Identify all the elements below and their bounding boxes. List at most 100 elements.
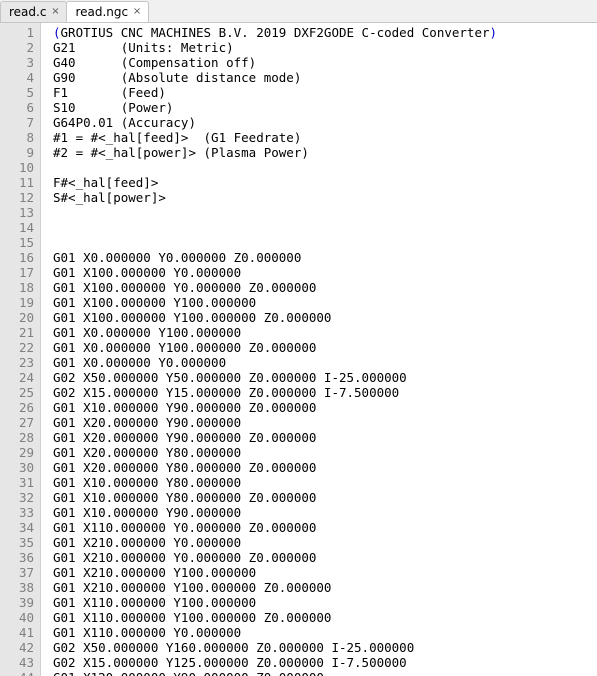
code-text: G01 X100.000000 Y0.000000 Z0.000000 [53,280,316,295]
code-line[interactable]: G01 X210.000000 Y100.000000 Z0.000000 [53,580,497,595]
code-text: G01 X210.000000 Y100.000000 Z0.000000 [53,580,331,595]
code-line[interactable]: #1 = #<_hal[feed]> (G1 Feedrate) [53,130,497,145]
code-text: G01 X210.000000 Y0.000000 [53,535,241,550]
code-line[interactable]: G02 X15.000000 Y125.000000 Z0.000000 I-7… [53,655,497,670]
line-number: 43 [10,655,34,670]
line-number: 39 [10,595,34,610]
code-text: G90 (Absolute distance mode) [53,70,301,85]
code-text: G01 X100.000000 Y0.000000 [53,265,241,280]
code-text: G01 X100.000000 Y100.000000 Z0.000000 [53,310,331,325]
code-text: G01 X10.000000 Y90.000000 [53,505,241,520]
paren-close: ) [490,25,498,40]
code-line[interactable]: G40 (Compensation off) [53,55,497,70]
code-text: G01 X0.000000 Y100.000000 [53,325,241,340]
line-number: 8 [10,130,34,145]
code-line[interactable]: G01 X210.000000 Y0.000000 Z0.000000 [53,550,497,565]
line-number: 4 [10,70,34,85]
code-text: G01 X10.000000 Y80.000000 Z0.000000 [53,490,316,505]
code-line[interactable]: G02 X15.000000 Y15.000000 Z0.000000 I-7.… [53,385,497,400]
code-text: G01 X0.000000 Y100.000000 Z0.000000 [53,340,316,355]
line-number: 17 [10,265,34,280]
code-line[interactable] [53,220,497,235]
paren-open: ( [53,25,61,40]
code-text: F#<_hal[feed]> [53,175,158,190]
line-number: 27 [10,415,34,430]
line-number: 9 [10,145,34,160]
code-text: G01 X210.000000 Y0.000000 Z0.000000 [53,550,316,565]
code-line[interactable]: G02 X50.000000 Y50.000000 Z0.000000 I-25… [53,370,497,385]
code-line[interactable]: G21 (Units: Metric) [53,40,497,55]
line-number: 15 [10,235,34,250]
code-line[interactable]: G01 X120.000000 Y90.000000 Z0.000000 [53,670,497,676]
code-line[interactable]: S#<_hal[power]> [53,190,497,205]
line-number: 20 [10,310,34,325]
code-line[interactable]: G01 X0.000000 Y100.000000 [53,325,497,340]
code-line[interactable] [53,160,497,175]
code-line[interactable]: G01 X0.000000 Y0.000000 Z0.000000 [53,250,497,265]
line-number: 34 [10,520,34,535]
code-line[interactable]: G64P0.01 (Accuracy) [53,115,497,130]
line-number: 40 [10,610,34,625]
tab-read-c[interactable]: read.c× [0,1,67,22]
line-number: 30 [10,460,34,475]
code-line[interactable]: G01 X100.000000 Y0.000000 Z0.000000 [53,280,497,295]
code-line[interactable]: G01 X20.000000 Y80.000000 [53,445,497,460]
code-line[interactable]: G01 X110.000000 Y100.000000 Z0.000000 [53,610,497,625]
code-line[interactable]: F#<_hal[feed]> [53,175,497,190]
line-number: 7 [10,115,34,130]
line-number: 26 [10,400,34,415]
close-icon[interactable]: × [132,7,142,17]
code-line[interactable]: S10 (Power) [53,100,497,115]
code-line[interactable]: G01 X20.000000 Y80.000000 Z0.000000 [53,460,497,475]
code-text: #2 = #<_hal[power]> (Plasma Power) [53,145,309,160]
code-text: G01 X0.000000 Y0.000000 [53,355,226,370]
code-line[interactable]: G01 X10.000000 Y80.000000 Z0.000000 [53,490,497,505]
line-number: 10 [10,160,34,175]
close-icon[interactable]: × [50,7,60,17]
line-number: 12 [10,190,34,205]
code-line[interactable]: G01 X20.000000 Y90.000000 [53,415,497,430]
line-number: 25 [10,385,34,400]
code-line[interactable]: G01 X10.000000 Y90.000000 Z0.000000 [53,400,497,415]
line-number: 18 [10,280,34,295]
code-line[interactable] [53,235,497,250]
code-text: G01 X20.000000 Y80.000000 Z0.000000 [53,460,316,475]
code-line[interactable]: #2 = #<_hal[power]> (Plasma Power) [53,145,497,160]
code-line[interactable]: G01 X110.000000 Y0.000000 [53,625,497,640]
code-text: G01 X100.000000 Y100.000000 [53,295,256,310]
line-number: 41 [10,625,34,640]
line-number: 32 [10,490,34,505]
code-line[interactable]: G01 X0.000000 Y100.000000 Z0.000000 [53,340,497,355]
code-line[interactable]: G01 X210.000000 Y0.000000 [53,535,497,550]
code-line[interactable]: G01 X110.000000 Y0.000000 Z0.000000 [53,520,497,535]
line-number: 33 [10,505,34,520]
code-line[interactable]: G01 X100.000000 Y100.000000 [53,295,497,310]
code-line[interactable]: G01 X10.000000 Y80.000000 [53,475,497,490]
code-line[interactable]: G01 X10.000000 Y90.000000 [53,505,497,520]
code-text: G01 X20.000000 Y80.000000 [53,445,241,460]
line-number: 13 [10,205,34,220]
code-text: G02 X50.000000 Y160.000000 Z0.000000 I-2… [53,640,414,655]
code-line[interactable]: G02 X50.000000 Y160.000000 Z0.000000 I-2… [53,640,497,655]
code-text: S10 (Power) [53,100,173,115]
code-line[interactable]: G01 X110.000000 Y100.000000 [53,595,497,610]
code-line[interactable]: G01 X100.000000 Y100.000000 Z0.000000 [53,310,497,325]
tab-read-ngc[interactable]: read.ngc × [66,1,149,22]
comment-text: GROTIUS CNC MACHINES B.V. 2019 DXF2GODE … [61,25,490,40]
tab-label: read.ngc [75,5,128,19]
code-text: G01 X10.000000 Y90.000000 Z0.000000 [53,400,316,415]
code-editor[interactable]: 1234567891011121314151617181920212223242… [0,23,597,676]
code-line[interactable]: G01 X0.000000 Y0.000000 [53,355,497,370]
code-line[interactable]: (GROTIUS CNC MACHINES B.V. 2019 DXF2GODE… [53,25,497,40]
line-number: 23 [10,355,34,370]
code-line[interactable]: G90 (Absolute distance mode) [53,70,497,85]
code-line[interactable] [53,205,497,220]
code-line[interactable]: F1 (Feed) [53,85,497,100]
code-line[interactable]: G01 X20.000000 Y90.000000 Z0.000000 [53,430,497,445]
line-number-gutter: 1234567891011121314151617181920212223242… [0,23,41,676]
code-line[interactable]: G01 X100.000000 Y0.000000 [53,265,497,280]
code-text: G21 (Units: Metric) [53,40,234,55]
code-text: G02 X15.000000 Y125.000000 Z0.000000 I-7… [53,655,407,670]
code-line[interactable]: G01 X210.000000 Y100.000000 [53,565,497,580]
code-area[interactable]: (GROTIUS CNC MACHINES B.V. 2019 DXF2GODE… [41,23,497,676]
